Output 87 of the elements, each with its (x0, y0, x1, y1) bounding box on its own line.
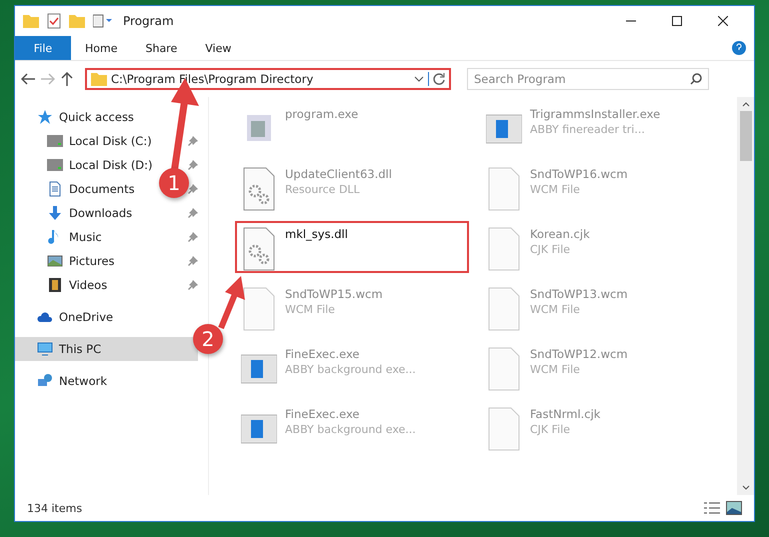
large-icons-view-icon[interactable] (726, 501, 742, 515)
picture-icon (47, 253, 63, 269)
ribbon-tab[interactable]: View (191, 36, 246, 60)
star-icon (37, 109, 53, 125)
address-bar[interactable]: C:\Program Files\Program Directory (85, 68, 451, 90)
gear-file-icon (241, 227, 277, 271)
ribbon-tab[interactable]: Share (131, 36, 192, 60)
drive-icon (47, 157, 63, 173)
file-type: ABBY finereader tri... (530, 123, 646, 136)
scrollbar[interactable] (737, 97, 754, 495)
nav-item[interactable]: Music (15, 225, 106, 249)
nav-item[interactable]: Local Disk (D:) (15, 153, 157, 177)
pin-icon[interactable] (188, 208, 198, 218)
file-type: CJK File (530, 423, 572, 436)
file-name: FineExec.exe (285, 407, 361, 421)
folder-icon (23, 14, 39, 28)
minimize-icon (626, 20, 636, 22)
nav-item[interactable]: This PC (15, 337, 198, 361)
ribbon-tab[interactable]: File (15, 36, 71, 60)
file-type: WCM File (530, 183, 581, 196)
document-icon (47, 181, 63, 197)
pin-icon[interactable] (188, 280, 198, 290)
file-icon (486, 167, 522, 211)
nav-item[interactable]: Documents (15, 177, 139, 201)
file-name: FineExec.exe (285, 347, 361, 361)
file-name: SndToWP13.wcm (530, 287, 628, 301)
up-arrow-icon[interactable] (61, 72, 73, 86)
file-type: ABBY background exe... (285, 363, 416, 376)
file-name: SndToWP12.wcm (530, 347, 628, 361)
nav-item[interactable]: Local Disk (C:) (15, 129, 156, 153)
file-name: UpdateClient63.dll (285, 167, 392, 181)
scroll-thumb[interactable] (740, 111, 752, 161)
file-item[interactable]: mkl_sys.dll (235, 221, 469, 273)
file-type: Resource DLL (285, 183, 361, 196)
chevron-down-icon[interactable] (414, 76, 424, 82)
file-icon (486, 407, 522, 451)
ribbon-tab[interactable]: Home (71, 36, 132, 60)
help-icon[interactable] (732, 41, 746, 55)
file-name: Korean.cjk (530, 227, 590, 241)
nav-item[interactable]: Network (15, 369, 112, 393)
file-type: WCM File (285, 303, 336, 316)
details-view-icon[interactable] (704, 501, 720, 515)
back-arrow-icon[interactable] (21, 73, 35, 85)
close-icon (718, 16, 728, 26)
nav-item[interactable]: Videos (15, 273, 112, 297)
gear-file-icon (241, 167, 277, 211)
search-field[interactable]: Search Program (467, 68, 709, 90)
file-icon (486, 347, 522, 391)
file-type: WCM File (530, 303, 581, 316)
checklist-icon[interactable] (47, 13, 61, 29)
pin-icon[interactable] (188, 232, 198, 242)
folder-icon (91, 72, 107, 86)
file-type: ABBY background exe... (285, 423, 416, 436)
network-icon (37, 373, 53, 389)
file-name: SndToWP16.wcm (530, 167, 628, 181)
monitor-icon (37, 341, 53, 357)
file-icon (486, 287, 522, 331)
search-icon (690, 73, 702, 85)
nav-item[interactable]: Downloads (15, 201, 136, 225)
pin-icon[interactable] (188, 136, 198, 146)
window-title: Program (123, 14, 174, 28)
nav-item[interactable]: Pictures (15, 249, 119, 273)
download-icon (47, 205, 63, 221)
file-name: TrigrammsInstaller.exe (530, 107, 660, 121)
pin-icon[interactable] (188, 256, 198, 266)
nav-item[interactable]: OneDrive (15, 305, 118, 329)
pin-icon[interactable] (188, 160, 198, 170)
item-count: 134 items (27, 502, 82, 514)
file-name: FastNrml.cjk (530, 407, 600, 421)
file-icon (241, 287, 277, 331)
file-type: WCM File (530, 363, 581, 376)
file-name: program.exe (285, 107, 358, 121)
scroll-up-icon[interactable] (742, 101, 750, 107)
film-icon (47, 277, 63, 293)
step-number: 1 (159, 168, 189, 198)
properties-icon[interactable] (93, 14, 115, 28)
file-type: CJK File (530, 243, 572, 256)
file-icon (486, 227, 522, 271)
drive-icon (47, 133, 63, 149)
file-name: mkl_sys.dll (285, 227, 348, 241)
pin-icon[interactable] (188, 184, 198, 194)
file-name: SndToWP15.wcm (285, 287, 383, 301)
new-folder-icon (69, 14, 85, 28)
nav-item[interactable]: Quick access (15, 105, 138, 129)
step-number: 2 (193, 324, 223, 354)
scroll-down-icon[interactable] (742, 485, 750, 491)
maximize-icon (672, 16, 682, 26)
